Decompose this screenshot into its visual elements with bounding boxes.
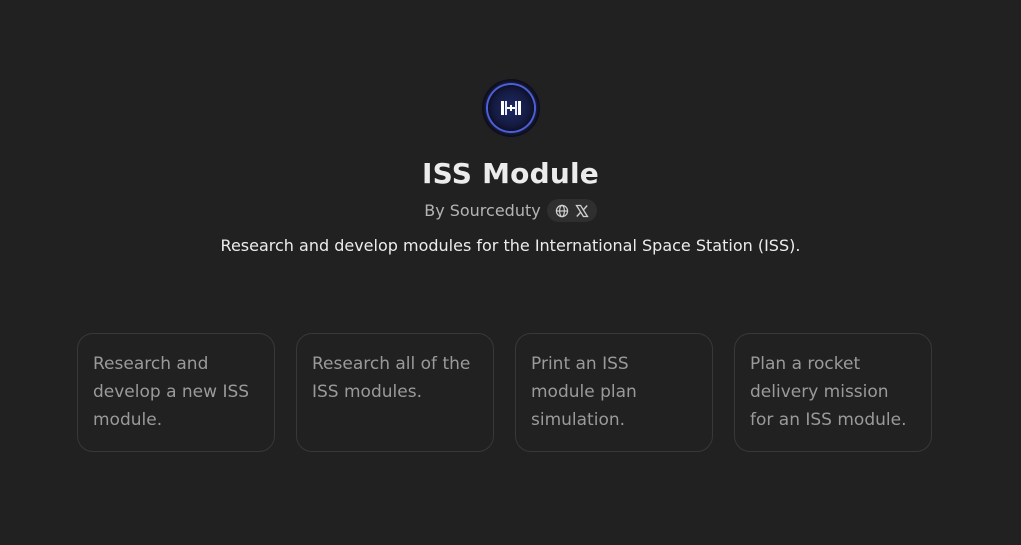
conversation-starters: Research and develop a new ISS module. R… [77,333,932,452]
gpt-description: Research and develop modules for the Int… [220,236,801,255]
globe-icon[interactable] [555,204,569,218]
starter-card[interactable]: Research all of the ISS modules. [296,333,494,452]
gpt-landing-page: ISS Module By Sourceduty Research and de… [0,0,1021,545]
author-line: By Sourceduty [424,199,597,222]
author-social-links [546,199,597,222]
gpt-title: ISS Module [422,157,599,190]
starter-card[interactable]: Research and develop a new ISS module. [77,333,275,452]
author-prefix: By [424,200,445,220]
x-logo-icon[interactable] [575,204,589,218]
starter-card[interactable]: Print an ISS module plan simulation. [515,333,713,452]
starter-card[interactable]: Plan a rocket delivery mission for an IS… [734,333,932,452]
author-name: Sourceduty [449,200,541,220]
space-station-icon [500,101,521,115]
gpt-avatar [481,79,540,137]
avatar-ring [487,85,534,131]
gpt-header: ISS Module By Sourceduty Research and de… [0,0,1021,257]
